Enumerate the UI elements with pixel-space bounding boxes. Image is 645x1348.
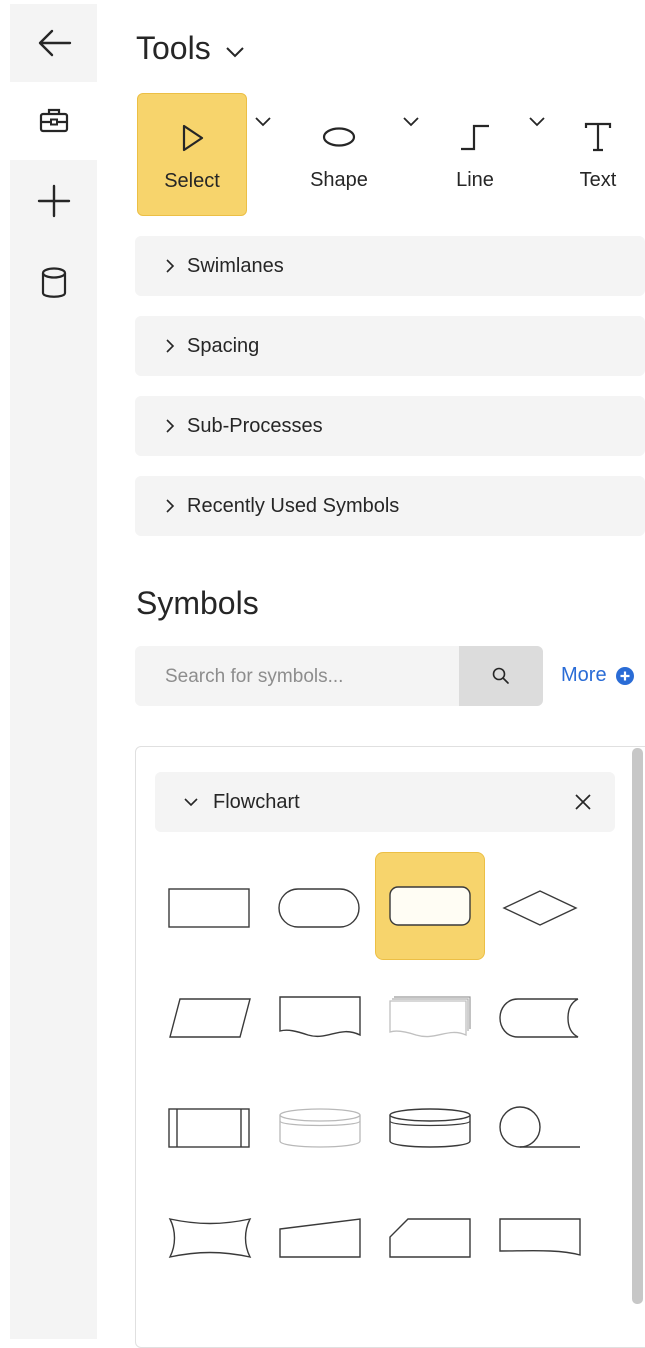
text-tool[interactable]: Text <box>566 93 630 214</box>
chevron-right-icon <box>166 259 175 273</box>
plus-icon <box>37 184 70 218</box>
card-icon <box>389 1218 471 1258</box>
library-flowchart-header[interactable]: Flowchart <box>155 772 615 832</box>
terminator-icon <box>278 888 360 928</box>
symbol-terminator[interactable] <box>265 854 375 962</box>
process-rectangle-icon <box>168 888 250 928</box>
manual-operation-icon <box>168 1218 252 1258</box>
sequential-data-icon <box>499 1106 580 1148</box>
select-pointer-icon <box>182 124 204 152</box>
line-tool[interactable]: Line <box>430 93 520 214</box>
section-sub-processes[interactable]: Sub-Processes <box>135 396 645 456</box>
symbol-search <box>135 646 543 708</box>
symbol-search-input[interactable] <box>135 646 487 708</box>
symbol-card[interactable] <box>375 1184 485 1292</box>
more-label: More <box>561 664 607 686</box>
direct-data-icon <box>389 1108 471 1148</box>
section-label: Swimlanes <box>187 254 284 277</box>
shape-tool-label: Shape <box>310 169 368 191</box>
symbol-decision[interactable] <box>485 854 595 962</box>
back-button[interactable] <box>10 4 97 82</box>
section-label: Sub-Processes <box>187 414 323 437</box>
tools-title: Tools <box>136 30 211 66</box>
symbol-process[interactable] <box>155 854 265 962</box>
arrow-left-icon <box>38 29 71 57</box>
select-tool[interactable]: Select <box>137 93 247 216</box>
chevron-right-icon <box>166 499 175 513</box>
line-tool-label: Line <box>456 169 494 191</box>
symbol-direct-data[interactable] <box>375 1074 485 1182</box>
tools-menu-toggle[interactable]: Tools <box>136 30 245 67</box>
select-options-chevron-icon[interactable] <box>254 116 272 128</box>
symbol-manual-operation[interactable] <box>155 1184 265 1292</box>
predefined-process-icon <box>168 1108 250 1148</box>
shape-tool[interactable]: Shape <box>288 93 390 214</box>
section-recently-used-symbols[interactable]: Recently Used Symbols <box>135 476 645 536</box>
internal-storage-cylinder-icon <box>279 1108 361 1148</box>
chevron-down-icon <box>184 798 198 807</box>
rounded-rectangle-icon <box>389 886 471 926</box>
search-icon <box>492 667 509 684</box>
section-spacing[interactable]: Spacing <box>135 316 645 376</box>
close-icon[interactable] <box>573 792 593 812</box>
section-label: Spacing <box>187 334 260 357</box>
data-parallelogram-icon <box>169 998 251 1038</box>
library-scrollbar[interactable] <box>632 748 643 1304</box>
ellipse-icon <box>322 127 356 147</box>
multi-document-icon <box>389 996 471 1038</box>
toolbox-icon <box>39 108 68 133</box>
document-icon <box>279 996 361 1038</box>
elbow-line-icon <box>461 124 489 151</box>
symbol-sequential-data[interactable] <box>485 1074 595 1182</box>
section-swimlanes[interactable]: Swimlanes <box>135 236 645 296</box>
symbols-title: Symbols <box>136 585 259 621</box>
symbol-rounded-rectangle[interactable] <box>375 852 485 960</box>
more-symbols-link[interactable]: More <box>561 664 635 687</box>
text-tool-label: Text <box>579 169 617 191</box>
line-options-chevron-icon[interactable] <box>528 116 546 128</box>
stored-data-icon <box>499 998 579 1038</box>
symbol-manual-input[interactable] <box>265 1184 375 1292</box>
library-name: Flowchart <box>213 790 300 813</box>
symbol-multi-document[interactable] <box>375 964 485 1072</box>
chevron-down-icon <box>225 46 244 57</box>
chevron-right-icon <box>166 339 175 353</box>
symbol-document[interactable] <box>265 964 375 1072</box>
data-button[interactable] <box>10 244 97 322</box>
chevron-right-icon <box>166 419 175 433</box>
search-button[interactable] <box>459 646 543 706</box>
symbol-internal-storage[interactable] <box>265 1074 375 1182</box>
symbol-punched-tape[interactable] <box>485 1184 595 1292</box>
tools-rail-button[interactable] <box>10 82 97 160</box>
decision-diamond-icon <box>502 890 578 926</box>
symbol-predefined-process[interactable] <box>155 1074 265 1182</box>
add-button[interactable] <box>10 162 97 240</box>
symbol-stored-data[interactable] <box>485 964 595 1072</box>
select-tool-label: Select <box>164 170 220 192</box>
left-rail <box>10 4 97 1339</box>
section-label: Recently Used Symbols <box>187 494 400 517</box>
manual-input-icon <box>279 1218 361 1258</box>
database-icon <box>41 267 66 298</box>
shape-options-chevron-icon[interactable] <box>402 116 420 128</box>
symbol-data[interactable] <box>155 964 265 1072</box>
punched-tape-icon <box>499 1218 581 1256</box>
text-t-icon <box>584 122 612 152</box>
plus-circle-icon <box>615 666 634 685</box>
